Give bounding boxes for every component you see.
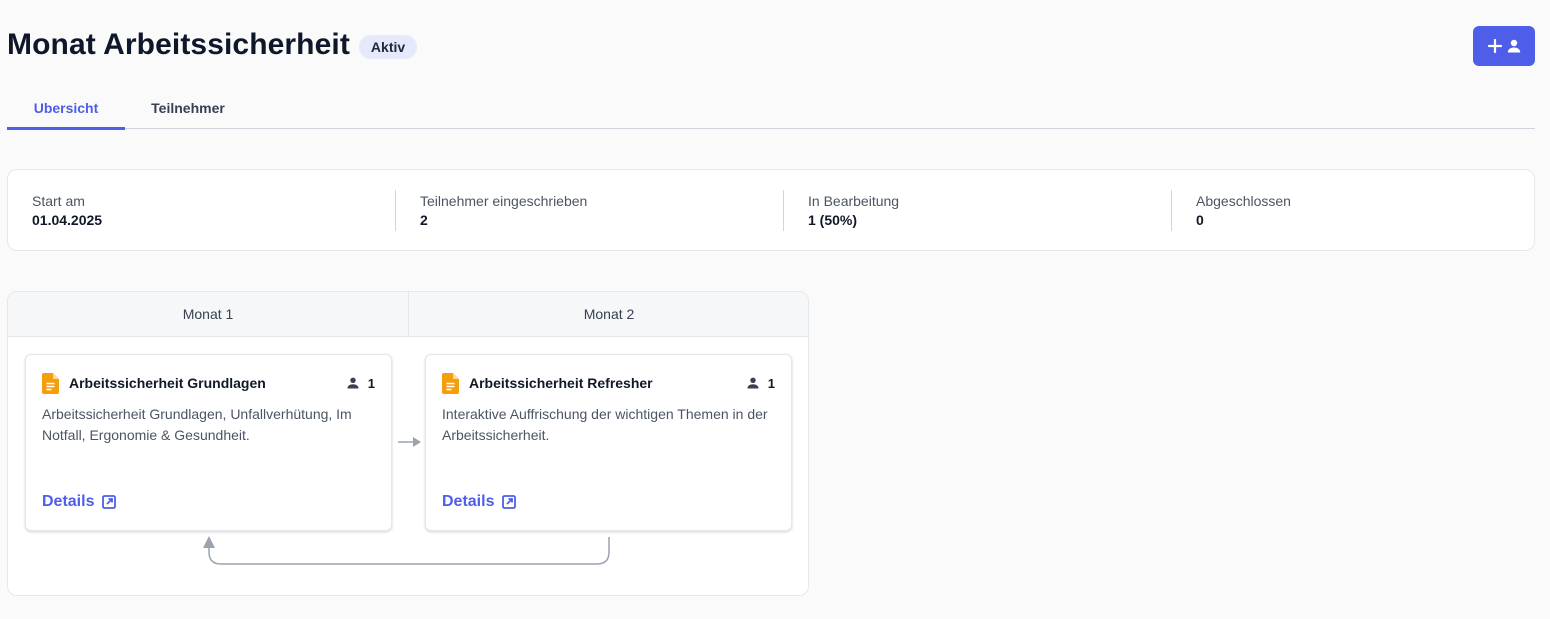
- stat-label: In Bearbeitung: [808, 193, 900, 209]
- stat-value: 2: [420, 212, 428, 228]
- stat-divider: [783, 190, 784, 231]
- stat-value: 1 (50%): [808, 212, 858, 228]
- details-link[interactable]: Details: [42, 493, 117, 511]
- participant-count-value: 1: [367, 375, 375, 391]
- module-header: Arbeitssicherheit Refresher 1: [442, 372, 775, 394]
- page-title: Monat Arbeitssicherheit: [7, 28, 350, 61]
- module-title: Arbeitssicherheit Refresher: [469, 375, 653, 391]
- module-description: Arbeitssicherheit Grundlagen, Unfallverh…: [42, 406, 352, 443]
- module-flow: Monat 1 Monat 2 Arbeitssicherheit Grundl…: [7, 291, 809, 596]
- stat-divider: [395, 190, 396, 231]
- tab-ubersicht[interactable]: Ubersicht: [7, 88, 125, 130]
- participant-count: 1: [747, 376, 775, 391]
- document-icon: [42, 372, 59, 394]
- page: Monat Arbeitssicherheit Aktiv Ubersicht …: [0, 0, 1550, 619]
- external-link-icon: [102, 495, 117, 509]
- stat-label: Abgeschlossen: [1196, 193, 1291, 209]
- stat-in-progress: In Bearbeitung 1 (50%): [808, 192, 899, 230]
- details-label: Details: [442, 493, 495, 510]
- external-link-icon: [502, 495, 517, 509]
- participant-count: 1: [347, 376, 375, 391]
- details-link[interactable]: Details: [442, 493, 517, 511]
- stats-card: Start am 01.04.2025 Teilnehmer eingeschr…: [7, 169, 1535, 251]
- tab-bar: Ubersicht Teilnehmer: [7, 88, 1535, 130]
- stat-divider: [1171, 190, 1172, 231]
- person-icon: [347, 377, 359, 389]
- stat-start-date: Start am 01.04.2025: [32, 192, 102, 230]
- person-icon: [747, 377, 759, 389]
- connector-arrowhead: [413, 437, 421, 447]
- stat-value: 0: [1196, 212, 1204, 228]
- tab-teilnehmer[interactable]: Teilnehmer: [135, 88, 241, 128]
- person-icon: [1507, 39, 1520, 53]
- add-participant-button[interactable]: [1473, 26, 1535, 66]
- document-icon: [442, 372, 459, 394]
- stat-value: 01.04.2025: [32, 212, 103, 228]
- participant-count-value: 1: [767, 375, 775, 391]
- details-label: Details: [42, 493, 95, 510]
- status-badge: Aktiv: [358, 35, 418, 59]
- stat-label: Teilnehmer eingeschrieben: [420, 193, 588, 209]
- stat-completed: Abgeschlossen 0: [1196, 192, 1291, 230]
- module-card[interactable]: Arbeitssicherheit Grundlagen 1 Arbeitssi…: [25, 354, 392, 531]
- module-title: Arbeitssicherheit Grundlagen: [69, 375, 266, 391]
- plus-icon: [1487, 39, 1502, 53]
- stat-enrolled: Teilnehmer eingeschrieben 2: [420, 192, 587, 230]
- title-row: Monat Arbeitssicherheit Aktiv: [7, 28, 418, 62]
- loop-connector-line: [208, 537, 610, 565]
- module-card[interactable]: Arbeitssicherheit Refresher 1 Interaktiv…: [425, 354, 792, 531]
- stat-label: Start am: [32, 193, 85, 209]
- loop-connector-arrowhead: [203, 536, 215, 548]
- module-header: Arbeitssicherheit Grundlagen 1: [42, 372, 375, 394]
- module-description: Interaktive Auffrischung der wichtigen T…: [442, 406, 768, 443]
